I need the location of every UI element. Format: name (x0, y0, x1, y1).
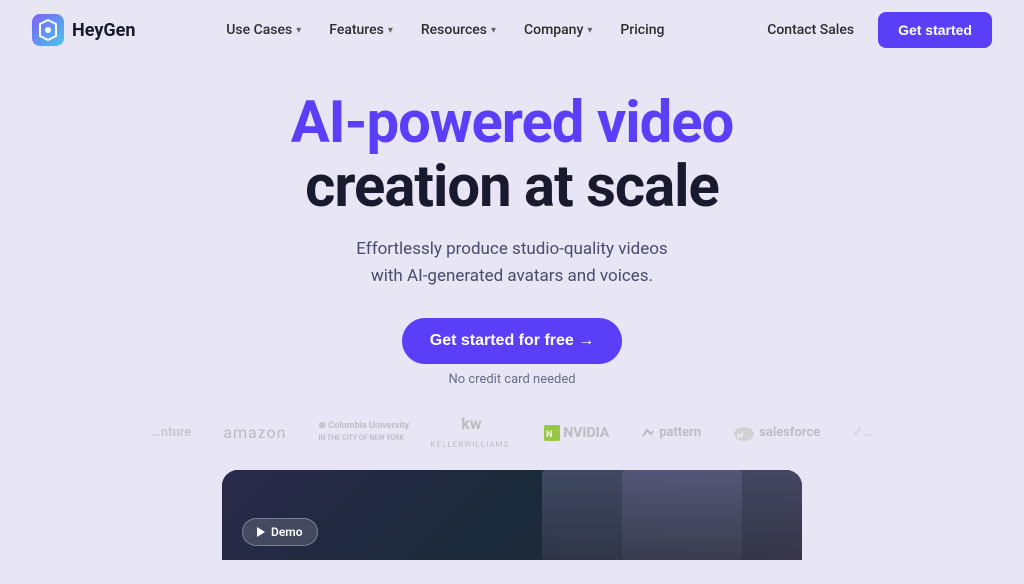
demo-preview-inner: Demo (222, 470, 802, 560)
demo-play-button[interactable]: Demo (242, 518, 318, 546)
demo-preview: Demo (222, 470, 802, 560)
get-started-nav-button[interactable]: Get started (878, 12, 992, 48)
logo[interactable]: HeyGen (32, 14, 135, 46)
nav-item-pricing[interactable]: Pricing (608, 14, 676, 46)
figure-right (622, 470, 802, 560)
chevron-down-icon: ▾ (296, 25, 301, 36)
chevron-down-icon: ▾ (491, 25, 496, 36)
nav-item-company[interactable]: Company ▾ (512, 14, 604, 46)
logos-section: …nture amazon ⊕ Columbia UniversityIN TH… (0, 415, 1024, 450)
nav-item-resources[interactable]: Resources ▾ (409, 14, 508, 46)
hero-title: AI-powered video creation at scale (291, 92, 734, 220)
nav-links: Use Cases ▾ Features ▾ Resources ▾ Compa… (214, 14, 676, 46)
cta-note: No credit card needed (448, 372, 575, 387)
logo-kellerwilliams: kwKELLERWILLIAMS. (431, 415, 513, 450)
logo-salesforce: sf salesforce (733, 425, 820, 441)
demo-background (222, 470, 802, 560)
logo-amazon: amazon (223, 423, 286, 442)
navbar: HeyGen Use Cases ▾ Features ▾ Resources … (0, 0, 1024, 60)
hero-title-line2: creation at scale (291, 156, 734, 220)
svg-text:sf: sf (737, 432, 744, 440)
logo-venture: …nture (151, 425, 191, 440)
salesforce-icon: sf (733, 425, 755, 441)
chevron-down-icon: ▾ (388, 25, 393, 36)
chevron-down-icon: ▾ (587, 25, 592, 36)
heygen-logo-icon (32, 14, 64, 46)
svg-text:N: N (546, 430, 552, 440)
nav-item-use-cases[interactable]: Use Cases ▾ (214, 14, 313, 46)
hero-section: AI-powered video creation at scale Effor… (0, 60, 1024, 387)
logo-pattern: pattern (641, 425, 701, 440)
logo-text: HeyGen (72, 20, 135, 41)
nvidia-icon: N (544, 425, 560, 441)
nav-actions: Contact Sales Get started (755, 12, 992, 48)
logo-columbia: ⊕ Columbia UniversityIN THE CITY OF NEW … (319, 421, 399, 444)
hero-title-line1: AI-powered video (291, 92, 734, 156)
hero-cta-button[interactable]: Get started for free → (402, 318, 622, 364)
contact-sales-link[interactable]: Contact Sales (755, 14, 866, 46)
pattern-icon (641, 426, 655, 440)
play-icon (257, 527, 265, 537)
nav-item-features[interactable]: Features ▾ (317, 14, 405, 46)
logo-partial-right: ✓… (852, 425, 872, 440)
logo-nvidia: N NVIDIA (544, 425, 609, 441)
hero-subtitle: Effortlessly produce studio-quality vide… (356, 236, 667, 290)
hero-cta: Get started for free → No credit card ne… (402, 318, 622, 387)
